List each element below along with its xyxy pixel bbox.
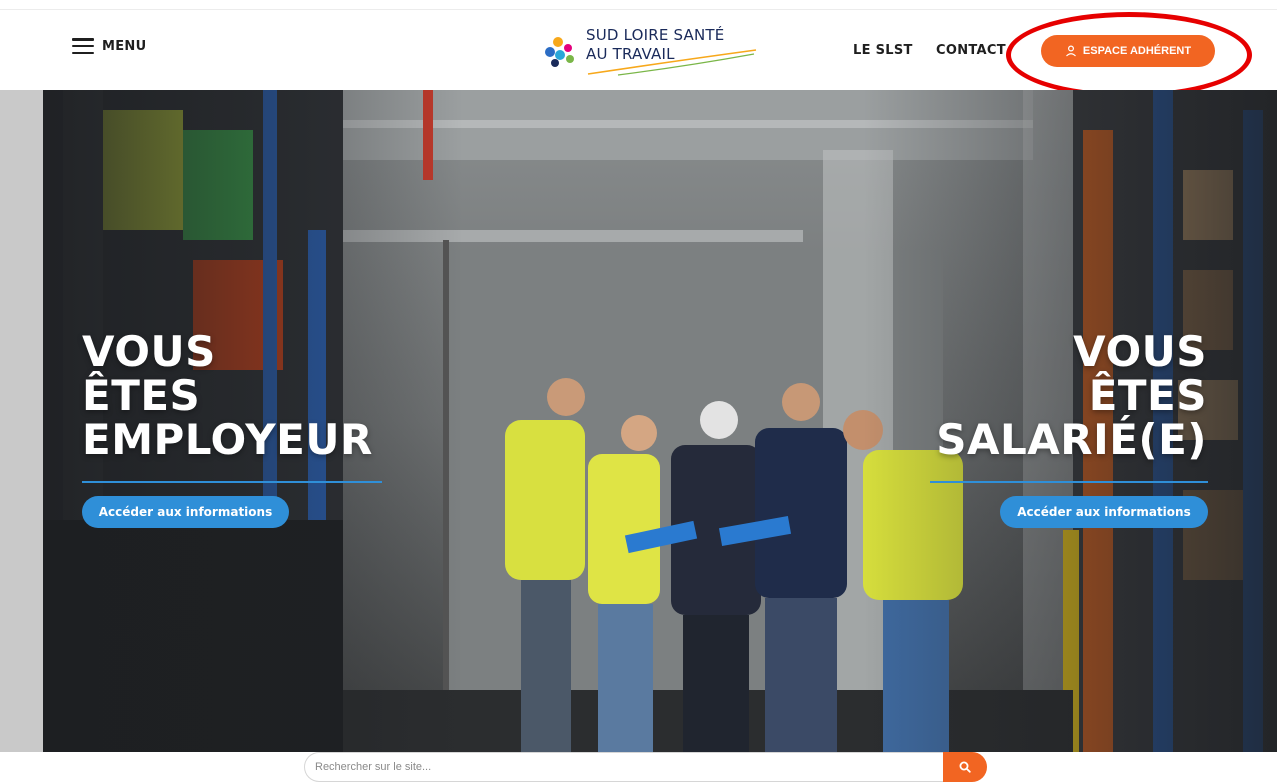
employeur-heading-line3: EMPLOYEUR	[82, 415, 373, 464]
logo-text-line1: SUD LOIRE SANTÉ	[586, 26, 725, 44]
employeur-divider	[82, 481, 382, 483]
menu-icon	[72, 38, 94, 54]
top-border	[0, 0, 1277, 10]
logo-mark-icon	[545, 37, 574, 67]
nav-le-slst[interactable]: LE SLST	[853, 43, 913, 58]
salarie-heading-line3: SALARIÉ(E)	[936, 415, 1207, 464]
search-input[interactable]	[304, 752, 943, 782]
employeur-heading-line1: VOUS	[82, 327, 216, 376]
nav-contact[interactable]: CONTACT	[936, 43, 1006, 58]
salarie-heading: VOUS ÊTES SALARIÉ(E)	[936, 330, 1207, 462]
search-icon	[959, 761, 971, 773]
menu-button[interactable]: MENU	[72, 38, 146, 54]
logo-swoosh	[587, 49, 757, 76]
annotation-highlight-oval	[1006, 12, 1252, 98]
hero-left-gutter	[0, 90, 43, 752]
salarie-divider	[930, 481, 1208, 483]
employeur-heading: VOUS ÊTES EMPLOYEUR	[82, 330, 373, 462]
salarie-info-button[interactable]: Accéder aux informations	[1000, 496, 1208, 528]
search-button[interactable]	[943, 752, 987, 782]
site-logo[interactable]: SUD LOIRE SANTÉ AU TRAVAIL	[538, 22, 763, 82]
salarie-heading-line1: VOUS	[1073, 327, 1207, 376]
salarie-heading-line2: ÊTES	[1088, 371, 1207, 420]
site-search-bar	[304, 752, 987, 782]
employeur-heading-line2: ÊTES	[82, 371, 201, 420]
employeur-info-button[interactable]: Accéder aux informations	[82, 496, 289, 528]
menu-label: MENU	[102, 38, 147, 54]
